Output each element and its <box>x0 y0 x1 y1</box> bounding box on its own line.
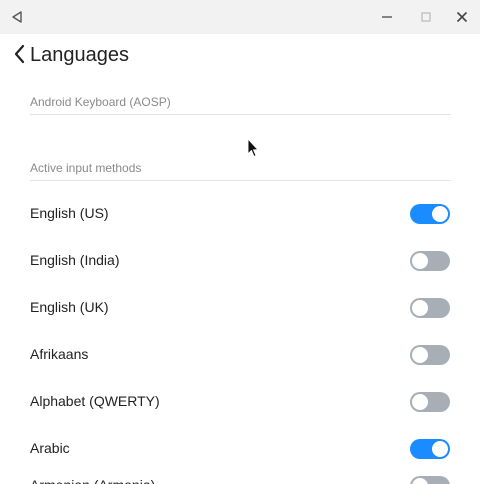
toggle-knob <box>412 253 428 269</box>
chevron-left-icon[interactable] <box>10 43 28 65</box>
toggle-knob <box>432 441 448 457</box>
triangle-left-icon[interactable] <box>0 0 34 34</box>
input-method-row[interactable]: English (US) <box>0 190 480 237</box>
window-titlebar <box>0 0 480 34</box>
input-method-toggle[interactable] <box>410 251 450 271</box>
input-method-row[interactable]: Alphabet (QWERTY) <box>0 378 480 425</box>
input-method-toggle[interactable] <box>410 392 450 412</box>
mouse-pointer-icon <box>247 138 259 158</box>
input-method-row[interactable]: Armenian (Armenia) <box>0 466 480 484</box>
input-method-row[interactable]: Afrikaans <box>0 331 480 378</box>
app-window: Languages Android Keyboard (AOSP) Active… <box>0 0 480 484</box>
input-method-toggle[interactable] <box>410 476 450 484</box>
input-method-label: English (UK) <box>30 299 109 315</box>
section-header-active-methods: Active input methods <box>30 160 451 181</box>
input-method-label: Alphabet (QWERTY) <box>30 393 160 409</box>
input-method-row[interactable]: Arabic <box>0 425 480 472</box>
minimize-icon[interactable] <box>370 0 404 34</box>
toggle-knob <box>412 300 428 316</box>
toggle-knob <box>412 394 428 410</box>
page-title: Languages <box>30 44 129 66</box>
input-method-label: Arabic <box>30 440 70 456</box>
app-bar: Languages <box>0 34 480 76</box>
input-method-row[interactable]: English (UK) <box>0 284 480 331</box>
close-icon[interactable] <box>445 0 479 34</box>
section-header-aosp: Android Keyboard (AOSP) <box>30 94 451 115</box>
input-method-toggle[interactable] <box>410 439 450 459</box>
input-method-label: English (India) <box>30 252 120 268</box>
input-method-toggle[interactable] <box>410 204 450 224</box>
input-method-toggle[interactable] <box>410 298 450 318</box>
input-method-label: Armenian (Armenia) <box>30 476 155 484</box>
input-method-toggle[interactable] <box>410 345 450 365</box>
input-method-label: English (US) <box>30 205 109 221</box>
toggle-knob <box>412 347 428 363</box>
toggle-knob <box>412 478 428 484</box>
maximize-icon[interactable] <box>409 0 443 34</box>
input-method-row[interactable]: English (India) <box>0 237 480 284</box>
input-method-label: Afrikaans <box>30 346 89 362</box>
toggle-knob <box>432 206 448 222</box>
